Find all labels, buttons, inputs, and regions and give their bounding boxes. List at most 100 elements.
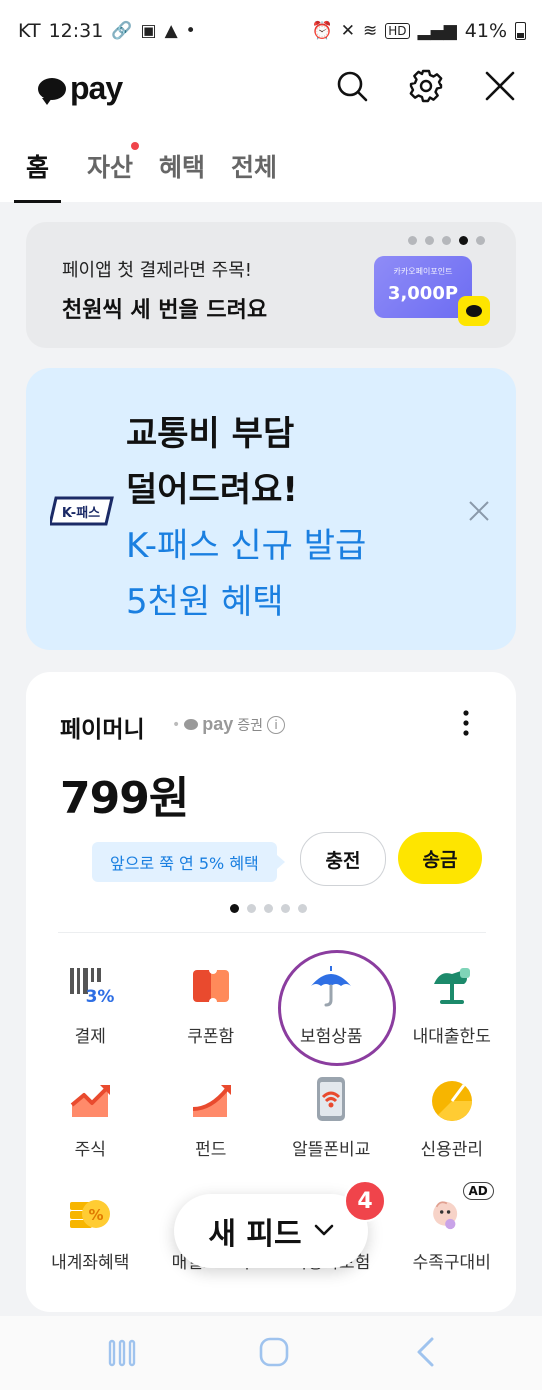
alarm-icon: ⏰ <box>311 21 333 41</box>
grid-item-loan-limit[interactable]: 내대출한도 <box>392 962 513 1047</box>
grid-item-account-benefit[interactable]: % 내계좌혜택 <box>30 1188 151 1273</box>
grid-item-label: 쿠폰함 <box>187 1027 235 1047</box>
tab-assets-label: 자산 <box>87 153 134 182</box>
back-icon[interactable] <box>414 1336 438 1372</box>
time-label: 12:31 <box>48 20 104 42</box>
grid-item-label: 주식 <box>74 1140 106 1160</box>
status-bar: KT 12:31 🔗 ▣ ▲ • ⏰ ✕ ≋ HD ▂▄▆ 41% <box>0 0 542 62</box>
kpass-line3: K-패스 신규 발급 <box>126 526 367 566</box>
tab-home-label: 홈 <box>26 153 50 182</box>
new-feed-label: 새 피드 <box>208 1217 302 1252</box>
separator-dot: • <box>172 716 181 733</box>
logo-text: pay <box>70 70 123 106</box>
promo-banner[interactable]: 페이앱 첫 결제라면 주목! 천원씩 세 번을 드려요 카카오페이포인트 3,0… <box>26 222 516 348</box>
coupon-icon <box>187 962 235 1010</box>
point-card-brand: 카카오페이포인트 <box>393 267 453 276</box>
tab-benefits[interactable]: 혜택 <box>159 148 205 203</box>
tab-benefits-label: 혜택 <box>159 153 206 182</box>
settings-gear-icon[interactable] <box>406 66 446 106</box>
battery-icon <box>515 22 526 40</box>
benefit-tooltip: 앞으로 쭉 연 5% 혜택 <box>92 842 285 882</box>
svg-text:%: % <box>89 1206 104 1224</box>
promo-title: 천원씩 세 번을 드려요 <box>62 298 268 323</box>
send-button[interactable]: 송금 <box>398 832 482 884</box>
new-feed-button[interactable]: 새 피드 <box>174 1194 368 1268</box>
status-left: KT 12:31 🔗 ▣ ▲ • <box>18 20 196 42</box>
svg-text:3%: 3% <box>86 987 114 1007</box>
kpass-banner[interactable]: K-패스 교통비 부담 덜어드려요! K-패스 신규 발급 5천원 혜택 <box>26 368 516 650</box>
grid-item-label: 신용관리 <box>420 1140 484 1160</box>
grid-item-label: 펀드 <box>195 1140 227 1160</box>
carousel-dot <box>442 236 451 245</box>
ad-badge: AD <box>462 1182 494 1200</box>
notification-dot <box>131 142 140 150</box>
credit-gauge-icon <box>428 1075 476 1123</box>
dot-icon: • <box>185 21 196 41</box>
wifi-icon: ≋ <box>363 21 378 41</box>
warning-icon: ▲ <box>164 21 178 41</box>
kakaopay-logo[interactable]: pay <box>38 70 123 107</box>
tab-all[interactable]: 전체 <box>231 148 277 203</box>
carousel-dot <box>264 904 273 913</box>
svg-text:K-패스: K-패스 <box>62 506 100 521</box>
image-icon: ▣ <box>140 21 157 41</box>
fund-chart-icon <box>187 1075 235 1123</box>
money-carousel-dots <box>230 904 307 913</box>
securities-label: 증권 <box>237 717 264 734</box>
carousel-dot <box>281 904 290 913</box>
grid-item-phone-plan-compare[interactable]: 알뜰폰비교 <box>271 1075 392 1160</box>
feed-count-badge: 4 <box>344 1180 386 1222</box>
recent-apps-icon[interactable] <box>108 1338 136 1372</box>
home-icon[interactable] <box>258 1336 290 1372</box>
speech-bubble-icon <box>38 77 66 105</box>
kakao-talk-icon <box>458 296 490 326</box>
banner-close-icon[interactable] <box>464 496 494 526</box>
link-icon: 🔗 <box>111 21 133 41</box>
main-tabs: 홈 자산 혜택 전체 <box>14 142 277 203</box>
phone-signal-icon <box>307 1075 355 1123</box>
status-right: ⏰ ✕ ≋ HD ▂▄▆ 41% <box>312 20 526 42</box>
charge-button[interactable]: 충전 <box>300 832 386 886</box>
grid-item-credit[interactable]: 신용관리 <box>392 1075 513 1160</box>
grid-item-funds[interactable]: 펀드 <box>151 1075 272 1160</box>
grid-item-stocks[interactable]: 주식 <box>30 1075 151 1160</box>
scale-icon <box>428 962 476 1010</box>
pay-logo-bubble-icon <box>184 719 199 730</box>
carousel-dot-active <box>459 236 468 245</box>
grid-item-hfmd-prep[interactable]: AD 수족구대비 <box>392 1182 513 1273</box>
divider <box>58 932 486 933</box>
pay-money-label[interactable]: 페이머니 <box>60 710 145 744</box>
tab-assets[interactable]: 자산 <box>87 142 140 203</box>
tab-all-label: 전체 <box>231 153 278 182</box>
mute-icon: ✕ <box>340 21 356 41</box>
kpass-line4: 5천원 혜택 <box>126 582 284 622</box>
carousel-dot-active <box>230 904 239 913</box>
search-icon[interactable] <box>332 66 372 106</box>
stock-chart-icon <box>66 1075 114 1123</box>
hd-icon: HD <box>385 23 410 39</box>
carousel-dot <box>408 236 417 245</box>
pay-money-provider: • pay 증권 i <box>172 714 286 735</box>
chevron-down-icon <box>314 1222 334 1241</box>
character-ad-icon: AD <box>428 1182 494 1236</box>
barcode-3percent-icon: 3% <box>66 962 114 1010</box>
tab-home[interactable]: 홈 <box>14 148 62 203</box>
app-header: pay 홈 자산 혜택 전체 <box>0 62 542 203</box>
grid-item-label: 내계좌혜택 <box>51 1253 130 1273</box>
balance-amount[interactable]: 799원 <box>60 762 189 826</box>
more-vertical-icon[interactable] <box>458 708 474 738</box>
kpass-line1: 교통비 부담 <box>126 414 295 454</box>
kpass-line2: 덜어드려요! <box>126 470 298 510</box>
battery-label: 41% <box>464 20 507 42</box>
info-icon[interactable]: i <box>267 715 286 734</box>
promo-subtitle: 페이앱 첫 결제라면 주목! <box>62 260 252 281</box>
pay-logo-text: pay <box>202 714 234 734</box>
grid-item-payment[interactable]: 3% 결제 <box>30 962 151 1047</box>
carousel-dot <box>476 236 485 245</box>
carousel-dot <box>425 236 434 245</box>
grid-item-label: 알뜰폰비교 <box>292 1140 371 1160</box>
grid-item-label: 결제 <box>74 1027 106 1047</box>
grid-item-coupons[interactable]: 쿠폰함 <box>151 962 272 1047</box>
close-icon[interactable] <box>480 66 520 106</box>
carousel-dot <box>247 904 256 913</box>
